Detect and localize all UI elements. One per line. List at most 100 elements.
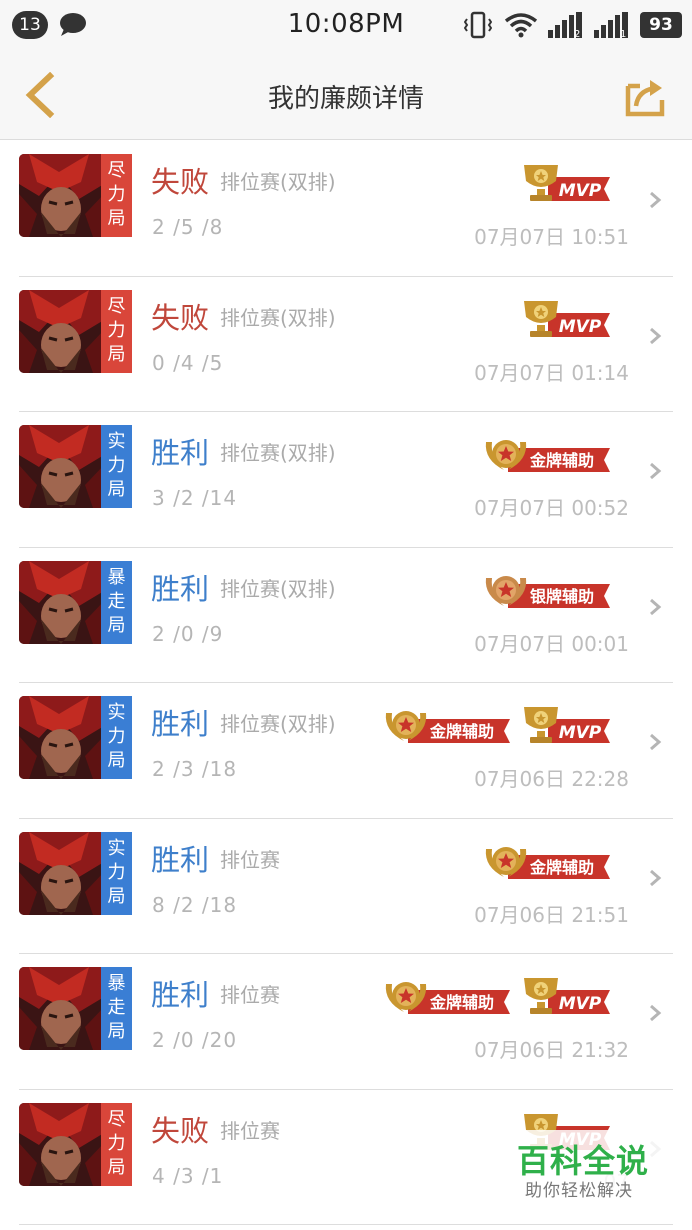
match-type: 排位赛(双排) — [220, 441, 336, 465]
match-type: 排位赛(双排) — [220, 576, 336, 601]
mode-tag-char: 力 — [107, 319, 126, 341]
mode-tag: 尽力局 — [101, 289, 132, 373]
mode-tag: 暴走局 — [101, 560, 132, 644]
mvp-badge: MVP — [524, 165, 610, 201]
match-type: 排位赛 — [220, 847, 280, 872]
match-row[interactable]: 实力局胜利 排位赛(双排) 2 /3 /18 金牌辅助 MVP 07月06日 22:28 — [0, 683, 692, 819]
match-type: 排位赛(双排) — [220, 170, 336, 194]
mode-tag-char: 局 — [107, 750, 126, 771]
match-timestamp: 07月06日 21:32 — [474, 1038, 629, 1062]
page-title: 我的廉颇详情 — [267, 84, 424, 114]
silver-support-label: 银牌辅助 — [530, 587, 594, 606]
chevron-right-icon[interactable] — [648, 1003, 664, 1023]
sim2-label: 2 — [574, 29, 580, 38]
mode-tag-char: 力 — [107, 1132, 126, 1154]
status-time: 10:08PM — [287, 9, 405, 39]
gold-support-label: 金牌辅助 — [529, 858, 594, 877]
mode-tag-char: 局 — [107, 208, 126, 229]
nav-bar: 我的廉颇详情 — [0, 50, 692, 140]
match-row[interactable]: 实力局胜利 排位赛(双排) 3 /2 /14 金牌辅助 07月07日 00:52 — [0, 412, 692, 548]
mode-tag: 暴走局 — [101, 967, 132, 1050]
match-result: 失败 — [151, 300, 210, 335]
match-type: 排位赛(双排) — [220, 305, 336, 330]
match-result: 失败 — [151, 1113, 210, 1148]
mode-tag-char: 尽 — [107, 160, 126, 181]
chevron-right-icon[interactable] — [648, 732, 664, 752]
match-list: 尽力局失败 排位赛(双排) 2 /5 /8 MVP 07月07日 10:51 尽力局失败排… — [0, 141, 692, 1225]
match-row[interactable]: 尽力局失败 排位赛(双排) 0 /4 /5 MVP 07月07日 01:14 — [0, 277, 692, 413]
mvp-label: MVP — [559, 723, 602, 743]
mvp-badge: MVP — [524, 300, 610, 337]
kda-stats: 3 /2 /14 — [152, 486, 238, 510]
match-timestamp: 07月07日 01:14 — [474, 360, 629, 385]
hero-avatar — [19, 1102, 104, 1186]
kda-stats: 2 /3 /18 — [152, 757, 238, 781]
chevron-right-icon[interactable] — [648, 190, 664, 210]
hero-avatar — [19, 560, 104, 644]
mode-tag-char: 尽 — [107, 295, 126, 317]
mode-tag-char: 暴 — [107, 973, 126, 994]
gold-support-label: 金牌辅助 — [429, 993, 494, 1012]
chevron-right-icon[interactable] — [648, 868, 664, 888]
gold-support-badge: 金牌辅助 — [485, 440, 610, 472]
mode-tag-char: 力 — [107, 455, 126, 476]
match-row[interactable]: 尽力局 失败 排位赛(双排) 2 /5 /8 MVP 07月07日 10:51 — [0, 141, 692, 277]
match-type: 排位赛(双排) — [220, 712, 336, 736]
match-timestamp: 07月07日 00:52 — [474, 496, 629, 520]
kda-stats: 2 /5 /8 — [152, 215, 224, 239]
match-type: 排位赛 — [220, 983, 280, 1007]
share-icon[interactable] — [624, 74, 668, 118]
hero-avatar — [19, 831, 104, 915]
match-result: 胜利 — [151, 707, 210, 741]
match-row[interactable]: 暴走局胜利 排位赛(双排) 2 /0 /9 银牌辅助 07月07日 00:01 — [0, 548, 692, 684]
hero-avatar — [19, 289, 104, 373]
hero-avatar — [19, 967, 104, 1050]
match-type: 排位赛 — [220, 1118, 280, 1143]
mode-tag: 实力局 — [101, 831, 132, 915]
gold-support-label: 金牌辅助 — [429, 722, 494, 741]
match-result: 胜利 — [151, 842, 210, 877]
signal-sim2-icon: 2 — [548, 12, 582, 38]
mode-tag-char: 力 — [107, 861, 126, 883]
mode-tag-char: 暴 — [107, 566, 126, 588]
hero-avatar — [19, 696, 104, 779]
match-result: 胜利 — [151, 978, 210, 1012]
kda-stats: 2 /0 /20 — [152, 1028, 238, 1052]
mode-tag-char: 局 — [107, 885, 126, 907]
watermark: 百科全说 助你轻松解决 — [505, 1130, 685, 1204]
mode-tag-char: 局 — [107, 343, 126, 365]
hero-avatar — [19, 154, 104, 237]
chevron-right-icon[interactable] — [648, 326, 664, 346]
match-row[interactable]: 暴走局胜利 排位赛 2 /0 /20 金牌辅助 MVP 07月06日 21:32 — [0, 954, 692, 1090]
hero-avatar — [19, 425, 104, 508]
mode-tag-char: 局 — [107, 1156, 126, 1178]
watermark-subtitle: 助你轻松解决 — [525, 1181, 633, 1201]
mode-tag-char: 局 — [107, 479, 126, 500]
mode-tag-char: 走 — [107, 997, 126, 1018]
mode-tag-char: 尽 — [107, 1108, 126, 1130]
chevron-right-icon[interactable] — [648, 461, 664, 481]
silver-support-badge: 银牌辅助 — [485, 575, 610, 608]
mode-tag: 实力局 — [101, 425, 132, 508]
gold-support-badge: 金牌辅助 — [485, 846, 610, 879]
chevron-right-icon[interactable] — [648, 597, 664, 617]
mode-tag-char: 实 — [107, 702, 126, 723]
mvp-label: MVP — [559, 317, 602, 337]
mvp-label: MVP — [559, 994, 602, 1014]
mode-tag-char: 力 — [107, 184, 126, 205]
gold-support-label: 金牌辅助 — [529, 451, 594, 470]
mvp-badge: MVP — [524, 978, 610, 1014]
mode-tag-char: 实 — [107, 431, 126, 452]
mode-tag-char: 力 — [107, 726, 126, 747]
mode-tag: 实力局 — [101, 696, 132, 779]
kda-stats: 8 /2 /18 — [152, 892, 238, 917]
match-result: 胜利 — [151, 436, 210, 470]
mvp-badge: MVP — [524, 707, 610, 743]
match-timestamp: 07月07日 00:01 — [474, 631, 629, 656]
signal-sim1-icon: 1 — [594, 12, 628, 38]
match-timestamp: 07月07日 10:51 — [474, 225, 629, 249]
match-result: 失败 — [151, 165, 210, 199]
status-bar: 13 10:08PM 2 1 93 — [0, 0, 692, 50]
match-row[interactable]: 实力局胜利 排位赛 8 /2 /18 金牌辅助 07月06日 21:51 — [0, 819, 692, 955]
match-timestamp: 07月06日 21:51 — [474, 902, 629, 927]
